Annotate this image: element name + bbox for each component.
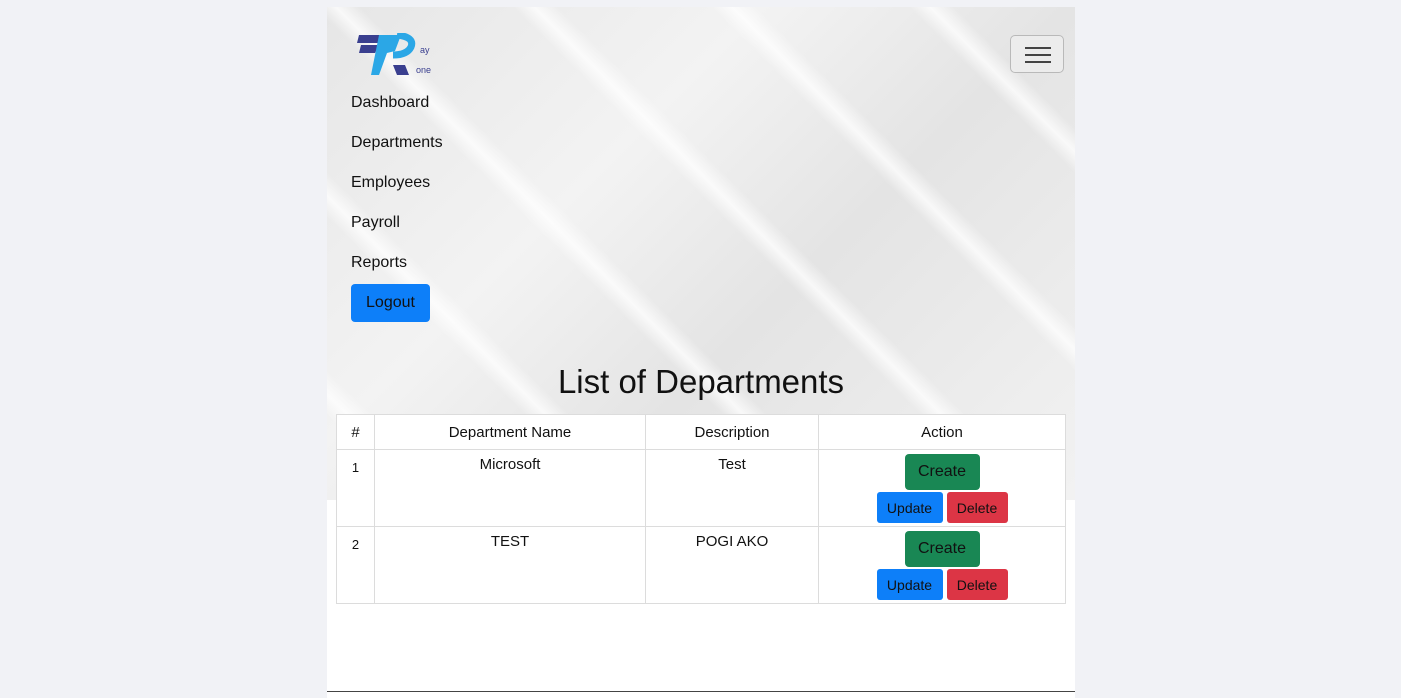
column-header-number: # <box>336 414 375 450</box>
create-button[interactable]: Create <box>904 454 980 490</box>
nav-item-dashboard[interactable]: Dashboard <box>351 91 443 131</box>
logo-text-top: ay <box>420 45 430 55</box>
nav-menu: Dashboard Departments Employees Payroll … <box>351 91 443 291</box>
update-button[interactable]: Update <box>876 492 943 523</box>
department-name-cell: TEST <box>374 526 646 604</box>
row-number: 1 <box>336 449 375 527</box>
column-header-description: Description <box>645 414 819 450</box>
action-cell: Create Update Delete <box>818 526 1066 604</box>
page-title: List of Departments <box>557 363 845 400</box>
nav-item-departments[interactable]: Departments <box>351 131 443 171</box>
table-row: 1 Microsoft Test Create Update Delete <box>336 449 1066 527</box>
navbar-toggler-button[interactable] <box>1010 35 1064 73</box>
logout-button[interactable]: Logout <box>351 284 430 322</box>
row-number: 2 <box>336 526 375 604</box>
description-cell: POGI AKO <box>645 526 819 604</box>
description-cell: Test <box>645 449 819 527</box>
page: ay one Dashboard Departments Employees P… <box>327 7 1075 698</box>
column-header-action: Action <box>818 414 1066 450</box>
delete-button[interactable]: Delete <box>946 569 1008 600</box>
nav-item-payroll[interactable]: Payroll <box>351 211 443 251</box>
page-bottom-divider <box>327 691 1075 692</box>
table-row: 2 TEST POGI AKO Create Update Delete <box>336 526 1066 604</box>
column-header-department-name: Department Name <box>374 414 646 450</box>
delete-button[interactable]: Delete <box>946 492 1008 523</box>
departments-table: # Department Name Description Action 1 M… <box>336 414 1066 604</box>
update-button[interactable]: Update <box>876 569 943 600</box>
create-button[interactable]: Create <box>904 531 980 567</box>
table-header-row: # Department Name Description Action <box>336 414 1066 450</box>
department-name-cell: Microsoft <box>374 449 646 527</box>
brand-logo[interactable]: ay one <box>357 33 437 77</box>
action-cell: Create Update Delete <box>818 449 1066 527</box>
logo-text-bottom: one <box>416 65 431 75</box>
nav-item-employees[interactable]: Employees <box>351 171 443 211</box>
